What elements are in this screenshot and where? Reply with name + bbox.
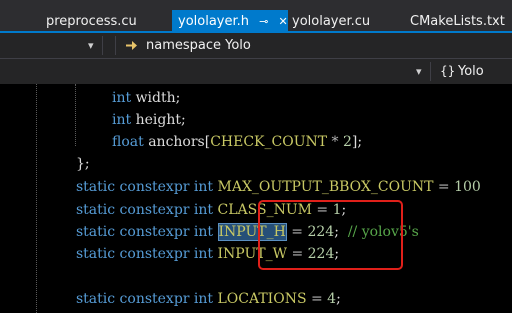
code-line[interactable]: int height; bbox=[112, 109, 186, 131]
divider bbox=[102, 36, 103, 55]
code-line[interactable]: int width; bbox=[112, 87, 180, 109]
code-line[interactable]: static constexpr int LOCATIONS = 4; bbox=[76, 288, 341, 310]
namespace-dropdown[interactable]: namespace Yolo bbox=[146, 33, 251, 58]
code-line[interactable]: }; bbox=[76, 153, 90, 175]
pin-icon[interactable]: ⊸ bbox=[259, 10, 268, 33]
tab-label: yololayer.cu bbox=[292, 14, 371, 29]
code-line[interactable]: float anchors[CHECK_COUNT * 2]; bbox=[112, 131, 362, 153]
code-editor[interactable]: int width; int height; float anchors[CHE… bbox=[0, 84, 512, 313]
tab-label: yololayer.h bbox=[178, 14, 250, 29]
chevron-down-icon[interactable]: ▾ bbox=[416, 59, 422, 84]
tab-yololayer-cu[interactable]: yololayer.cu bbox=[292, 10, 370, 33]
code-line[interactable]: static constexpr int MAX_OUTPUT_BBOX_COU… bbox=[76, 176, 481, 198]
member-scope-bar: ▾ {} Yolo bbox=[0, 58, 512, 84]
divider bbox=[115, 36, 116, 55]
annotation-highlight-box bbox=[258, 200, 403, 270]
chevron-down-icon[interactable]: ▾ bbox=[88, 33, 94, 58]
indent-guide bbox=[75, 84, 76, 146]
tab-yololayer-h[interactable]: yololayer.h ⊸ ✕ bbox=[172, 10, 288, 33]
tab-cmakelists-txt[interactable]: CMakeLists.txt bbox=[410, 10, 505, 33]
namespace-arrow-icon bbox=[126, 41, 137, 50]
tab-label: preprocess.cu bbox=[46, 14, 137, 29]
divider bbox=[430, 62, 431, 81]
braces-icon: {} bbox=[440, 64, 456, 78]
tab-label: CMakeLists.txt bbox=[410, 14, 505, 29]
close-icon[interactable]: ✕ bbox=[279, 10, 288, 33]
member-dropdown[interactable]: Yolo bbox=[458, 59, 484, 84]
project-scope-bar: ▾ namespace Yolo bbox=[0, 33, 512, 58]
tab-preprocess-cu[interactable]: preprocess.cu bbox=[46, 10, 137, 33]
document-tab-strip: preprocess.cu yololayer.h ⊸ ✕ yololayer.… bbox=[0, 0, 512, 33]
indent-guide bbox=[36, 84, 37, 313]
